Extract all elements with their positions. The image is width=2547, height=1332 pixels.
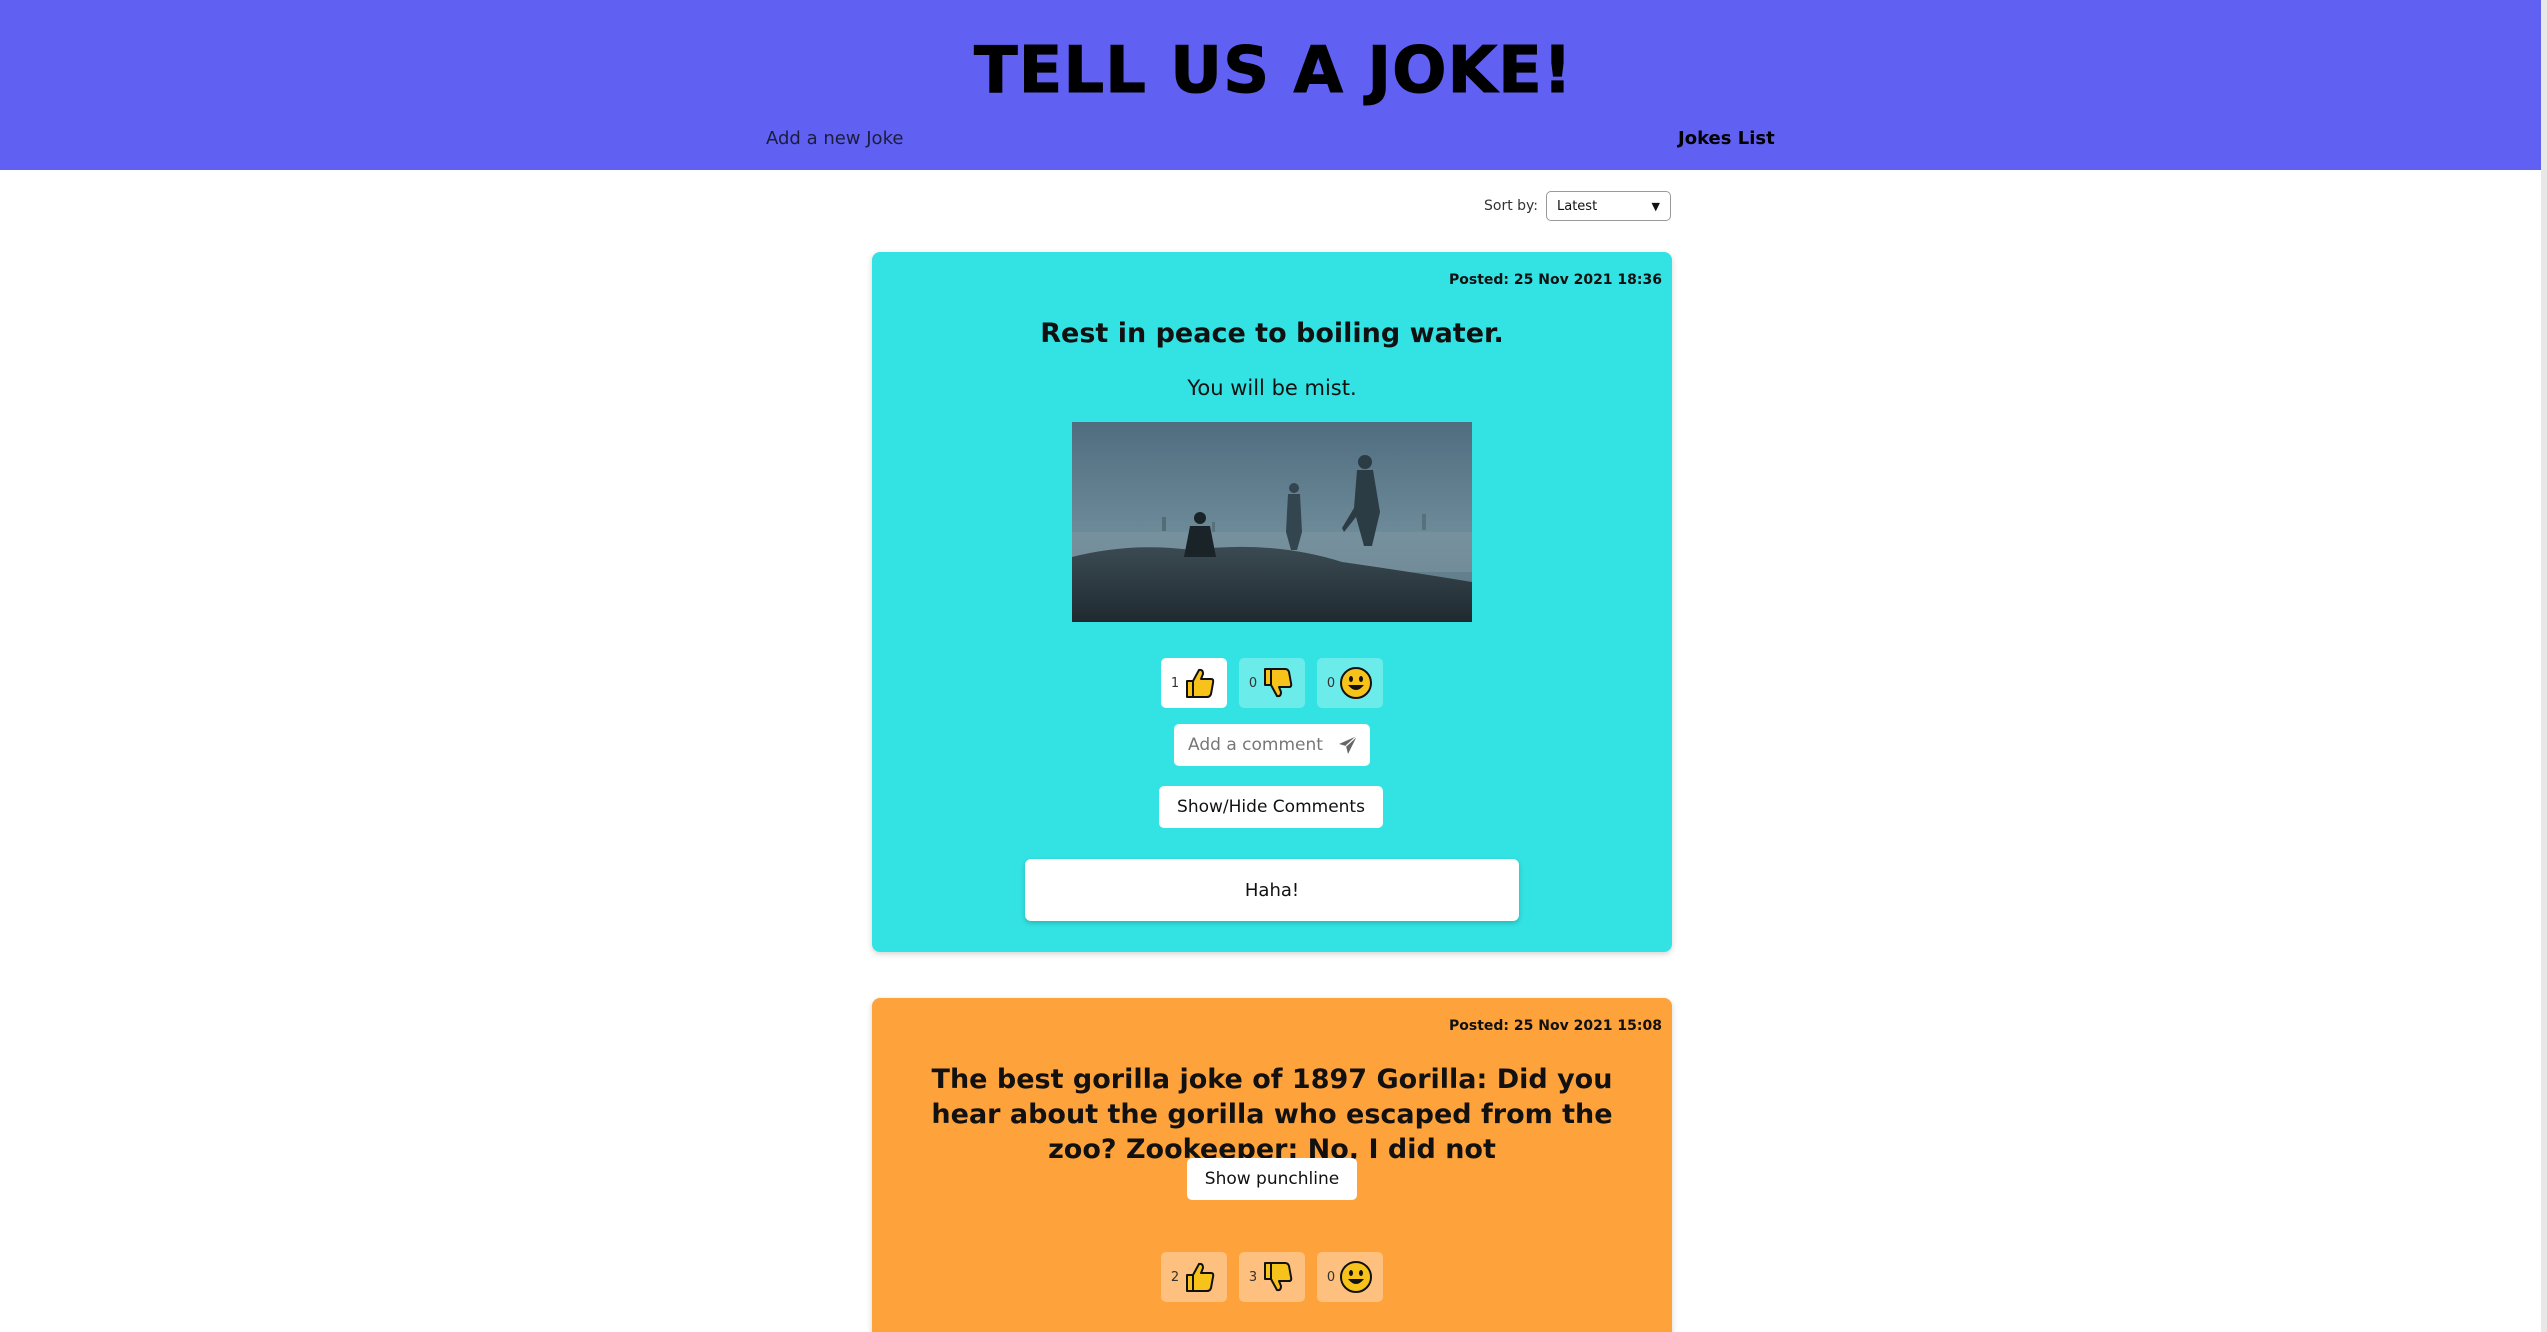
joke-card: Posted: 25 Nov 2021 15:08 The best goril…	[872, 998, 1672, 1332]
comment-input[interactable]	[1188, 735, 1328, 755]
app-root: Tell us a Joke! Add a new Joke Jokes Lis…	[0, 0, 2547, 1332]
joke-punchline: You will be mist.	[1187, 376, 1357, 400]
smile-button[interactable]: 0	[1317, 1252, 1383, 1302]
thumbs-down-icon	[1264, 668, 1293, 698]
misty-landscape-image	[1072, 422, 1472, 622]
posted-date: Posted: 25 Nov 2021 15:08	[1449, 1018, 1662, 1034]
thumbs-down-icon	[1264, 1262, 1293, 1292]
thumbs-up-icon	[1186, 1262, 1215, 1292]
thumbs-down-button[interactable]: 0	[1239, 658, 1305, 708]
smile-count: 0	[1326, 675, 1336, 691]
reaction-bar: 2 3 0	[872, 1252, 1672, 1302]
thumbs-up-count: 1	[1170, 675, 1180, 691]
comment-box	[1174, 724, 1370, 766]
nav-jokes-list-link[interactable]: Jokes List	[1678, 128, 1775, 149]
smile-icon	[1340, 1261, 1373, 1293]
smile-button[interactable]: 0	[1317, 658, 1383, 708]
posted-date: Posted: 25 Nov 2021 18:36	[1449, 272, 1662, 288]
thumbs-down-count: 3	[1248, 1269, 1258, 1285]
joke-card: Posted: 25 Nov 2021 18:36 Rest in peace …	[872, 252, 1672, 952]
thumbs-down-count: 0	[1248, 675, 1258, 691]
send-icon[interactable]	[1338, 735, 1358, 755]
show-hide-comments-button[interactable]: Show/Hide Comments	[1159, 786, 1383, 828]
thumbs-up-button[interactable]: 2	[1161, 1252, 1227, 1302]
site-header: Tell us a Joke! Add a new Joke Jokes Lis…	[0, 0, 2547, 170]
sort-select[interactable]: Latest ▼	[1546, 191, 1671, 221]
smile-icon	[1340, 667, 1373, 699]
thumbs-up-count: 2	[1170, 1269, 1180, 1285]
chevron-down-icon: ▼	[1651, 199, 1660, 213]
thumbs-up-icon	[1186, 668, 1215, 698]
smile-count: 0	[1326, 1269, 1336, 1285]
sort-label: Sort by:	[1484, 198, 1539, 214]
site-title: Tell us a Joke!	[973, 34, 1574, 109]
reaction-bar: 1 0 0	[872, 658, 1672, 708]
joke-setup: The best gorilla joke of 1897 Gorilla: D…	[931, 1064, 1613, 1165]
joke-image	[1072, 422, 1472, 622]
haha-button[interactable]: Haha!	[1025, 859, 1519, 921]
sort-selected-value: Latest	[1557, 198, 1598, 214]
show-punchline-button[interactable]: Show punchline	[1187, 1158, 1357, 1200]
thumbs-down-button[interactable]: 3	[1239, 1252, 1305, 1302]
nav-add-joke-link[interactable]: Add a new Joke	[766, 128, 903, 149]
thumbs-up-button[interactable]: 1	[1161, 658, 1227, 708]
joke-setup: Rest in peace to boiling water.	[1040, 318, 1504, 349]
page-scrollbar[interactable]	[2541, 0, 2547, 1332]
